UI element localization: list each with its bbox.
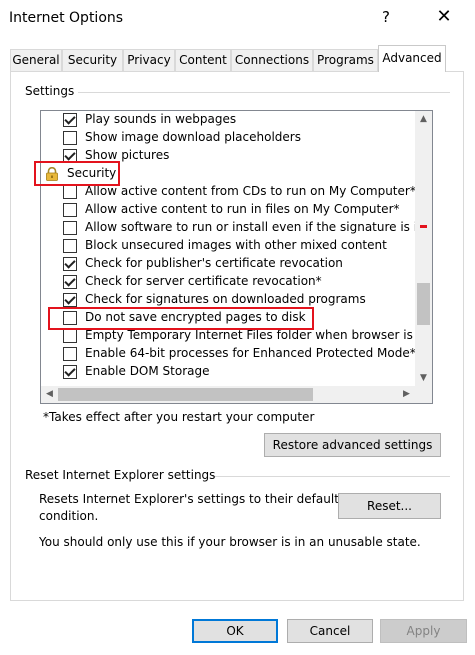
vertical-scroll-thumb[interactable] [417,283,430,325]
list-item[interactable]: Show image download placeholders [63,129,415,147]
help-button[interactable]: ? [372,8,400,30]
tab-content[interactable]: Content [175,49,231,71]
vertical-scrollbar[interactable]: ▲ ▼ [415,111,432,387]
settings-list[interactable]: Play sounds in webpages Show image downl… [40,110,433,404]
tab-security[interactable]: Security [62,49,123,71]
apply-button[interactable]: Apply [380,619,467,643]
checkbox[interactable] [63,131,77,145]
scroll-left-icon[interactable]: ◀ [41,386,58,403]
horizontal-scrollbar[interactable]: ◀ ▶ [41,386,432,403]
list-item[interactable]: Check for server certificate revocation* [63,273,415,291]
list-item-label: Check for server certificate revocation* [85,274,322,288]
checkbox[interactable] [63,293,77,307]
list-item-label: Enable 64-bit processes for Enhanced Pro… [85,346,415,360]
list-item-label: Empty Temporary Internet Files folder wh… [85,328,415,342]
scrollbar-corner [415,386,432,403]
checkbox[interactable] [63,113,77,127]
settings-group-divider [78,92,450,93]
list-item[interactable]: Allow active content to run in files on … [63,201,415,219]
checkbox[interactable] [63,221,77,235]
tab-programs[interactable]: Programs [313,49,378,71]
list-item-label: Check for signatures on downloaded progr… [85,292,366,306]
horizontal-scroll-thumb[interactable] [58,388,313,401]
reset-group-divider [212,476,450,477]
tab-privacy[interactable]: Privacy [123,49,175,71]
checkbox[interactable] [63,365,77,379]
list-item-label: Allow software to run or install even if… [85,220,415,234]
cancel-button[interactable]: Cancel [287,619,373,643]
tab-connections[interactable]: Connections [231,49,313,71]
tab-advanced[interactable]: Advanced [378,45,446,72]
scroll-up-icon[interactable]: ▲ [415,111,432,128]
checkbox[interactable] [63,275,77,289]
tab-general[interactable]: General [10,49,62,71]
list-item-label: Show pictures [85,148,170,162]
list-item-label: Show image download placeholders [85,130,301,144]
checkbox[interactable] [63,185,77,199]
list-item[interactable]: Block unsecured images with other mixed … [63,237,415,255]
window-title: Internet Options [9,10,124,26]
settings-group-label: Settings [25,84,79,98]
scroll-down-icon[interactable]: ▼ [415,370,432,387]
checkbox[interactable] [63,239,77,253]
restore-advanced-settings-button[interactable]: Restore advanced settings [264,433,441,457]
list-item[interactable]: Play sounds in webpages [63,111,415,129]
list-item-label: Allow active content from CDs to run on … [85,184,415,198]
list-item-label: Check for publisher's certificate revoca… [85,256,343,270]
reset-description-line-1: Resets Internet Explorer's settings to t… [39,492,339,506]
reset-group-label: Reset Internet Explorer settings [25,468,216,482]
checkbox[interactable] [63,347,77,361]
red-marker [420,225,427,228]
list-item[interactable]: Enable DOM Storage [63,363,415,381]
scroll-right-icon[interactable]: ▶ [398,386,415,403]
highlight-security-category [34,161,120,186]
list-item[interactable]: Check for publisher's certificate revoca… [63,255,415,273]
checkbox[interactable] [63,257,77,271]
checkbox[interactable] [63,203,77,217]
close-button[interactable]: ✕ [426,6,462,32]
reset-note: You should only use this if your browser… [39,535,421,549]
list-item-label: Block unsecured images with other mixed … [85,238,387,252]
reset-button[interactable]: Reset... [338,493,441,519]
ok-button[interactable]: OK [192,619,278,643]
reset-description-line-2: condition. [39,509,99,523]
restart-note: *Takes effect after you restart your com… [43,410,315,424]
list-item[interactable]: Enable 64-bit processes for Enhanced Pro… [63,345,415,363]
list-item-label: Enable DOM Storage [85,364,210,378]
list-item[interactable]: Allow software to run or install even if… [63,219,415,237]
highlight-do-not-save-encrypted [48,307,314,330]
checkbox[interactable] [63,329,77,343]
list-item-label: Play sounds in webpages [85,112,237,126]
list-item-label: Allow active content to run in files on … [85,202,400,216]
